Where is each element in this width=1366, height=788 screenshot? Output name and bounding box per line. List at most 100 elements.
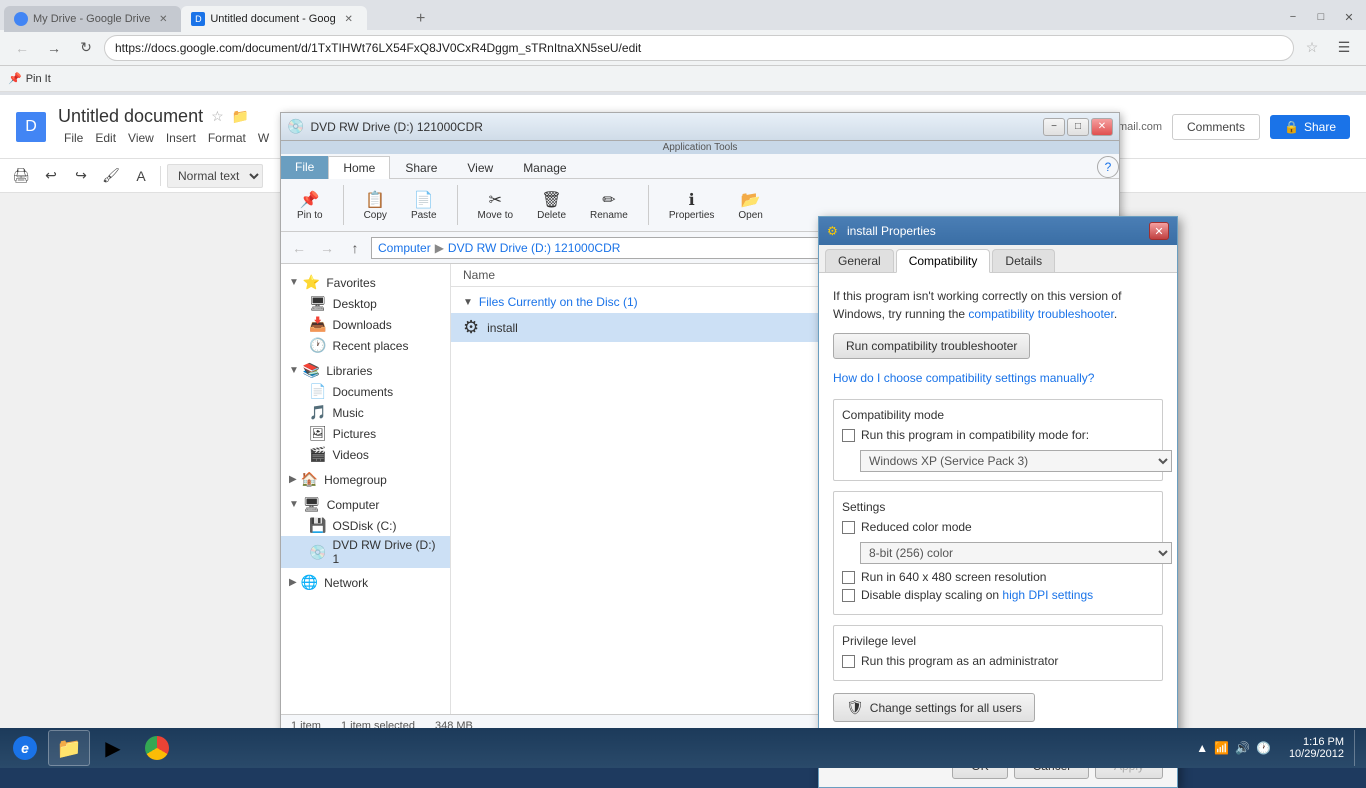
docs-menu-view[interactable]: View — [122, 129, 160, 147]
sidebar-item-downloads[interactable]: 📥 Downloads — [281, 314, 450, 335]
chrome-window-controls: − □ ✕ — [1280, 6, 1362, 28]
color-depth-select[interactable]: 8-bit (256) color 16-bit color — [860, 542, 1172, 564]
docs-paint-button[interactable]: 🖌 — [98, 163, 124, 189]
sidebar-item-recent[interactable]: 🕐 Recent places — [281, 335, 450, 356]
fe-maximize-button[interactable]: □ — [1067, 118, 1089, 136]
fe-address-computer[interactable]: Computer — [378, 241, 431, 255]
sidebar-item-pictures[interactable]: 🖼 Pictures — [281, 423, 450, 444]
run-compatibility-troubleshooter-button[interactable]: Run compatibility troubleshooter — [833, 333, 1030, 359]
taskbar-chrome-button[interactable] — [136, 730, 178, 766]
ribbon-separator-2 — [457, 185, 458, 225]
dialog-tab-compatibility[interactable]: Compatibility — [896, 249, 991, 273]
docs-share-button[interactable]: 🔒 Share — [1270, 115, 1350, 139]
sidebar-item-documents[interactable]: 📄 Documents — [281, 381, 450, 402]
fe-address-dvd[interactable]: DVD RW Drive (D:) 121000CDR — [448, 241, 620, 255]
chrome-menu-button[interactable]: ☰ — [1330, 34, 1358, 62]
new-tab-button[interactable]: + — [407, 6, 435, 32]
reload-button[interactable]: ↻ — [72, 34, 100, 62]
taskbar-clock[interactable]: 1:16 PM 10/29/2012 — [1283, 736, 1350, 760]
reduced-color-checkbox[interactable] — [842, 521, 855, 534]
dpi-scaling-checkbox[interactable] — [842, 589, 855, 602]
docs-folder-icon[interactable]: 📁 — [232, 108, 249, 125]
dialog-tab-general[interactable]: General — [825, 249, 894, 272]
fe-homegroup-header[interactable]: ▶ 🏠 Homegroup — [281, 469, 450, 490]
fe-libraries-header[interactable]: ▼ 📚 Libraries — [281, 360, 450, 381]
fe-properties-button[interactable]: ℹ Properties — [661, 188, 723, 223]
compatibility-troubleshooter-link[interactable]: compatibility troubleshooter — [968, 307, 1113, 321]
fe-tab-share[interactable]: Share — [390, 156, 452, 179]
fe-paste-button[interactable]: 📄 Paste — [403, 188, 445, 223]
fe-network-header[interactable]: ▶ 🌐 Network — [281, 572, 450, 593]
fe-computer-header[interactable]: ▼ 🖥 Computer — [281, 494, 450, 515]
docs-menu-format[interactable]: Format — [202, 129, 252, 147]
fe-move-button[interactable]: ✂ Move to — [470, 188, 522, 223]
docs-menu-insert[interactable]: Insert — [160, 129, 202, 147]
docs-undo-button[interactable]: ↩ — [38, 163, 64, 189]
bookmarks-bar: 📌 Pin It — [0, 66, 1366, 92]
docs-redo-button[interactable]: ↪ — [68, 163, 94, 189]
rename-label: Rename — [590, 210, 628, 221]
sidebar-item-music[interactable]: 🎵 Music — [281, 402, 450, 423]
fe-delete-button[interactable]: 🗑 Delete — [529, 188, 574, 223]
fe-tab-home[interactable]: Home — [328, 156, 390, 179]
reduced-color-row: Reduced color mode — [842, 520, 1154, 534]
fe-up-button[interactable]: ↑ — [343, 236, 367, 260]
docs-star-icon[interactable]: ☆ — [211, 108, 224, 125]
bookmark-star-button[interactable]: ☆ — [1298, 34, 1326, 62]
star-icon: ☆ — [1306, 39, 1319, 56]
change-settings-button[interactable]: 🛡 Change settings for all users — [833, 693, 1035, 722]
tab-drive-close[interactable]: ✕ — [155, 11, 171, 27]
back-button[interactable]: ← — [8, 34, 36, 62]
docs-style-dropdown[interactable]: Normal text — [167, 164, 263, 188]
docs-menu-file[interactable]: File — [58, 129, 89, 147]
dialog-close-button[interactable]: ✕ — [1149, 222, 1169, 240]
docs-format-button[interactable]: A — [128, 163, 154, 189]
fe-tab-view[interactable]: View — [452, 156, 508, 179]
fe-ribbon-help-button[interactable]: ? — [1097, 156, 1119, 178]
chrome-close-button[interactable]: ✕ — [1336, 6, 1362, 28]
address-input[interactable] — [115, 41, 1263, 55]
fe-pin-button[interactable]: 📌 Pin to — [289, 188, 331, 223]
fe-back-button[interactable]: ← — [287, 236, 311, 260]
sidebar-item-dvd[interactable]: 💿 DVD RW Drive (D:) 1 — [281, 536, 450, 568]
fe-minimize-button[interactable]: − — [1043, 118, 1065, 136]
fe-tab-file[interactable]: File — [281, 156, 328, 179]
how-to-choose-link[interactable]: How do I choose compatibility settings m… — [833, 371, 1163, 385]
fe-rename-button[interactable]: ✏ Rename — [582, 188, 636, 223]
taskbar-ie-button[interactable]: e — [4, 730, 46, 766]
fe-open-button[interactable]: 📂 Open — [730, 188, 770, 223]
sidebar-item-desktop[interactable]: 🖥 Desktop — [281, 293, 450, 314]
fe-back-icon: ← — [292, 240, 306, 256]
chrome-minimize-button[interactable]: − — [1280, 6, 1306, 28]
resolution-checkbox[interactable] — [842, 571, 855, 584]
docs-comments-button[interactable]: Comments — [1172, 114, 1260, 140]
dialog-tab-details[interactable]: Details — [992, 249, 1055, 272]
fe-forward-button[interactable]: → — [315, 236, 339, 260]
taskbar-media-button[interactable]: ▶ — [92, 730, 134, 766]
fe-tab-manage[interactable]: Manage — [508, 156, 581, 179]
sidebar-item-osdisk[interactable]: 💾 OSDisk (C:) — [281, 515, 450, 536]
tab-docs-close[interactable]: ✕ — [341, 11, 357, 27]
compat-mode-select[interactable]: Windows XP (Service Pack 3) Windows 7 Wi… — [860, 450, 1172, 472]
ie-icon: e — [13, 736, 37, 760]
tab-google-docs[interactable]: D Untitled document - Goog ✕ — [181, 6, 366, 32]
tab-google-drive[interactable]: My Drive - Google Drive ✕ — [4, 6, 181, 32]
forward-button[interactable]: → — [40, 34, 68, 62]
sidebar-item-videos[interactable]: 🎬 Videos — [281, 444, 450, 465]
fe-copy-button[interactable]: 📋 Copy — [356, 188, 395, 223]
docs-menu-edit[interactable]: Edit — [89, 129, 122, 147]
docs-menu-w[interactable]: W — [252, 129, 275, 147]
chrome-maximize-button[interactable]: □ — [1308, 6, 1334, 28]
fe-close-button[interactable]: ✕ — [1091, 118, 1113, 136]
fe-favorites-header[interactable]: ▼ ⭐ Favorites — [281, 272, 450, 293]
taskbar-explorer-button[interactable]: 📁 — [48, 730, 90, 766]
group-header-label: Files Currently on the Disc (1) — [479, 295, 638, 309]
pinit-bookmark[interactable]: 📌 Pin It — [8, 72, 51, 85]
fe-sidebar: ▼ ⭐ Favorites 🖥 Desktop 📥 Downloads 🕐 Re… — [281, 264, 451, 714]
show-desktop-button[interactable] — [1354, 730, 1362, 766]
address-bar-container[interactable] — [104, 35, 1294, 61]
docs-print-button[interactable]: 🖨 — [8, 163, 34, 189]
admin-checkbox[interactable] — [842, 655, 855, 668]
systray-arrow-icon[interactable]: ▲ — [1196, 741, 1208, 755]
compat-mode-checkbox[interactable] — [842, 429, 855, 442]
